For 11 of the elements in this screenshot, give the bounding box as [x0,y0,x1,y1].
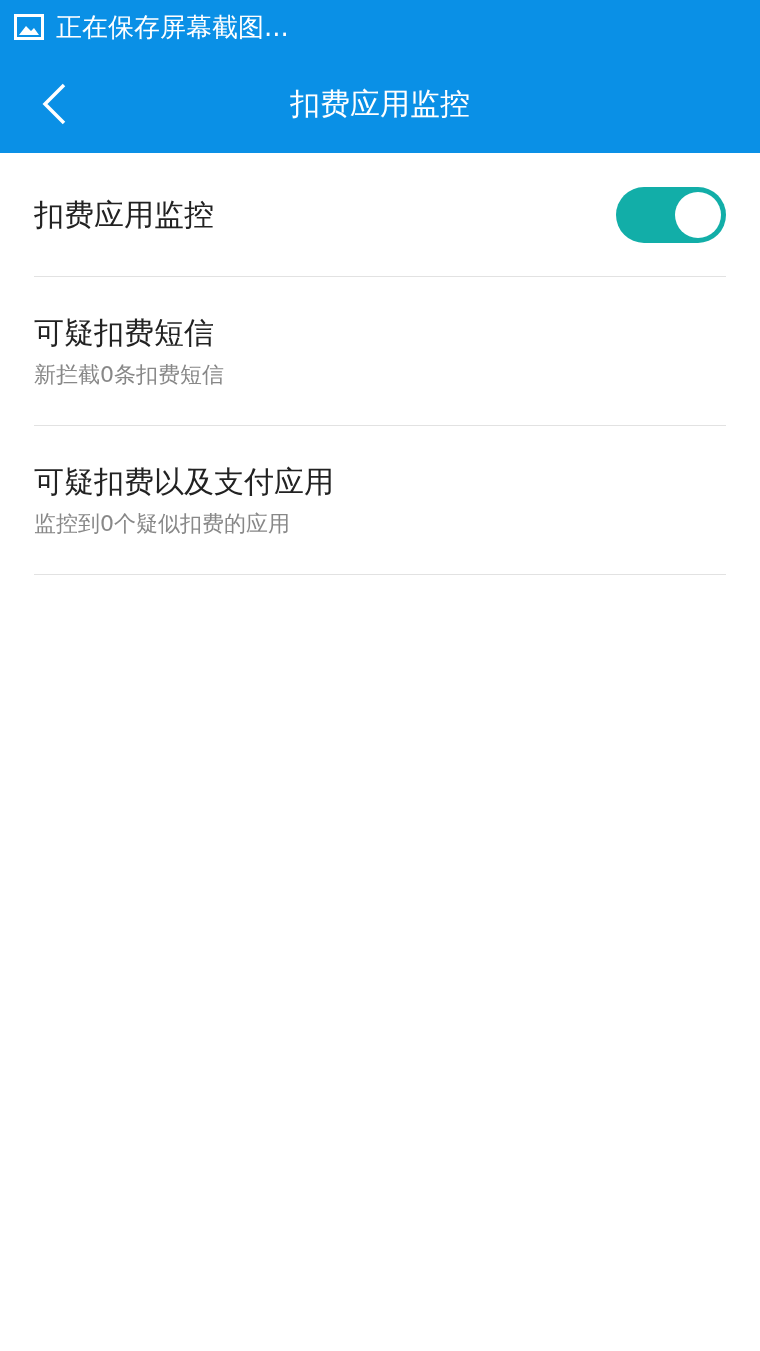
image-icon [14,14,44,40]
setting-title: 可疑扣费短信 [34,313,215,351]
setting-subtitle: 监控到0个疑似扣费的应用 [34,510,291,538]
page-title: 扣费应用监控 [290,85,470,123]
setting-title: 扣费应用监控 [34,196,214,234]
setting-row[interactable]: 可疑扣费短信 新拦截0条扣费短信 [34,277,726,426]
setting-row[interactable]: 可疑扣费以及支付应用 监控到0个疑似扣费的应用 [34,426,726,575]
back-icon [41,83,67,125]
setting-title: 可疑扣费以及支付应用 [34,462,335,500]
notification-text: 正在保存屏幕截图... [56,14,289,40]
setting-subtitle: 新拦截0条扣费短信 [34,361,225,389]
